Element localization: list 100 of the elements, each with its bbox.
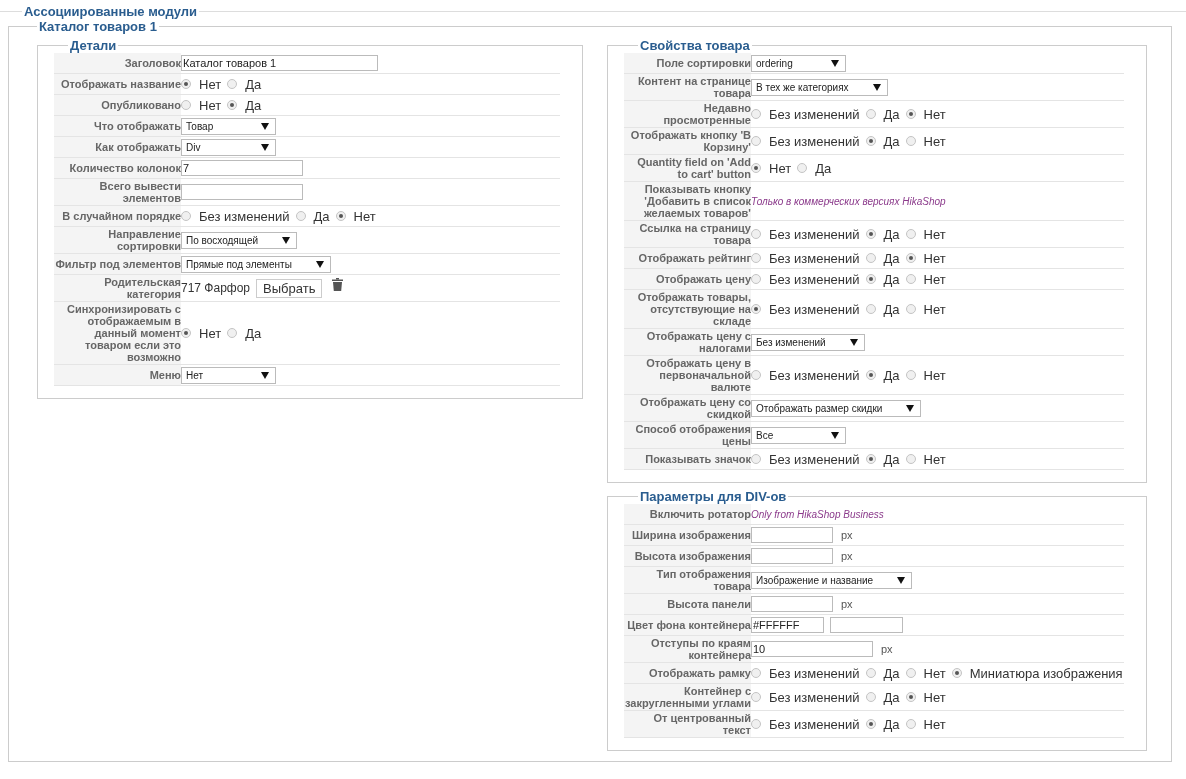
radio-option[interactable]: Да [797, 160, 832, 176]
radio-option[interactable]: Нет [905, 133, 946, 149]
field-label: Отображать название [60, 78, 181, 90]
unit-label: px [841, 598, 853, 610]
choose-button[interactable]: Выбрать [256, 278, 323, 298]
radio-option[interactable]: Нет [905, 106, 946, 122]
text-field[interactable]: 10 [751, 641, 873, 657]
panel-title: Детали [69, 38, 118, 53]
panel-title: Параметры для DIV-ов [639, 489, 788, 504]
field-label: Всего вывести элементов [98, 180, 181, 204]
field-label: Тип отображения товара [655, 568, 751, 592]
radio-option[interactable]: Нет [905, 271, 946, 287]
radio-option[interactable]: Без изменений [751, 226, 860, 242]
radio-option[interactable]: Нет [181, 76, 222, 92]
radio-option[interactable]: Миниатюра изображения [951, 665, 1123, 681]
radio-option[interactable]: Без изменений [751, 301, 860, 317]
field-label: Отображать цену со скидкой [639, 396, 751, 420]
radio-option[interactable]: Нет [905, 716, 946, 732]
radio-option[interactable]: Да [227, 97, 262, 113]
radio-option[interactable]: Да [227, 76, 262, 92]
text-field[interactable]: 7 [181, 160, 303, 176]
radio-option[interactable]: Без изменений [751, 451, 860, 467]
radio-option[interactable]: Без изменений [751, 106, 860, 122]
radio-option[interactable]: Нет [905, 226, 946, 242]
field-label: Как отображать [95, 141, 181, 153]
unit-label: px [841, 550, 853, 562]
radio-option[interactable]: Нет [335, 208, 376, 224]
radio-option[interactable]: Да [865, 301, 900, 317]
field-label: От центрованный текст [652, 712, 751, 736]
field-label: Отображать товары, отсутствующие на складе [636, 291, 751, 327]
radio-option[interactable]: Без изменений [751, 367, 860, 383]
field-label: Контент на странице товара [636, 75, 751, 99]
radio-option[interactable]: Да [865, 451, 900, 467]
radio-option[interactable]: Без изменений [751, 665, 860, 681]
field-label: Меню [149, 369, 181, 381]
field-label: Ссылка на страницу товара [638, 222, 751, 246]
radio-option[interactable]: Нет [751, 160, 792, 176]
dropdown[interactable]: Прямые под элементы [181, 255, 331, 273]
field-label: Родительская категория [103, 276, 181, 300]
radio-option[interactable]: Да [865, 665, 900, 681]
radio-option[interactable]: Нет [905, 451, 946, 467]
field-label: Отображать рамку [649, 667, 751, 679]
dropdown[interactable]: Отображать размер скидки [751, 399, 922, 417]
radio-option[interactable]: Да [865, 367, 900, 383]
field-label: Что отображать [94, 120, 181, 132]
field-label: Направление сортировки [107, 228, 181, 252]
dropdown[interactable]: По восходящей [181, 231, 298, 249]
dropdown[interactable]: Без изменений [751, 333, 865, 351]
field-label: Недавно просмотренные [662, 102, 751, 126]
field-label: Высота панели [667, 598, 751, 610]
radio-option[interactable]: Да [227, 325, 262, 341]
radio-option[interactable]: Нет [905, 665, 946, 681]
dropdown[interactable]: Нет [181, 366, 276, 384]
radio-option[interactable]: Нет [905, 250, 946, 266]
field-label: Ширина изображения [631, 529, 751, 541]
field-label: Отображать кнопку 'В Корзину' [629, 129, 751, 153]
radio-option[interactable]: Да [865, 716, 900, 732]
radio-option[interactable]: Без изменений [751, 716, 860, 732]
radio-option[interactable]: Нет [905, 367, 946, 383]
field-label: Показывать кнопку 'Добавить в список желаемых товаров' [642, 183, 751, 219]
field-label: Поле сортировки [656, 57, 751, 69]
radio-option[interactable]: Без изменений [751, 689, 860, 705]
notice-text: Only from HikaShop Business [751, 508, 884, 520]
notice-text: Только в коммерческих версиях HikaShop [751, 195, 946, 207]
field-label: Отображать цену с налогами [645, 330, 751, 354]
dropdown[interactable]: ordering [751, 54, 846, 72]
dropdown[interactable]: Все [751, 426, 846, 444]
radio-option[interactable]: Да [865, 689, 900, 705]
module-title: Каталог товаров 1 [38, 19, 158, 34]
radio-option[interactable]: Нет [905, 689, 946, 705]
field-label: Отступы по краям контейнера [649, 637, 751, 661]
radio-option[interactable]: Нет [905, 301, 946, 317]
radio-option[interactable]: Да [865, 226, 900, 242]
radio-option[interactable]: Без изменений [751, 250, 860, 266]
radio-option[interactable]: Нет [181, 325, 222, 341]
radio-option[interactable]: Без изменений [751, 271, 860, 287]
dropdown[interactable]: Изображение и название [751, 571, 913, 589]
field-label: Фильтр под элементов [55, 258, 181, 270]
field-label: Quantity field on 'Add to cart' button [636, 156, 751, 180]
radio-option[interactable]: Да [295, 208, 330, 224]
unit-label: px [881, 643, 893, 655]
dropdown[interactable]: Товар [181, 117, 276, 135]
field-label: Опубликовано [101, 99, 181, 111]
radio-option[interactable]: Без изменений [751, 133, 860, 149]
field-label: Заголовок [124, 57, 181, 69]
radio-option[interactable]: Да [865, 271, 900, 287]
field-label: Синхронизировать с отображаемым в данный момент товаром если это возможно [65, 303, 181, 363]
field-label: Количество колонок [69, 162, 181, 174]
field-label: Показывать значок [645, 453, 751, 465]
dropdown[interactable]: В тех же категориях [751, 78, 888, 96]
radio-option[interactable]: Без изменений [181, 208, 290, 224]
text-field[interactable]: Каталог товаров 1 [181, 55, 378, 71]
dropdown[interactable]: Div [181, 138, 276, 156]
radio-option[interactable]: Да [865, 106, 900, 122]
color-field[interactable]: #FFFFFF [751, 617, 824, 633]
radio-option[interactable]: Нет [181, 97, 222, 113]
radio-option[interactable]: Да [865, 133, 900, 149]
field-label: Контейнер с закругленными углами [624, 685, 751, 709]
field-label: Отображать цену в первоначальной валюте [645, 357, 751, 393]
radio-option[interactable]: Да [865, 250, 900, 266]
